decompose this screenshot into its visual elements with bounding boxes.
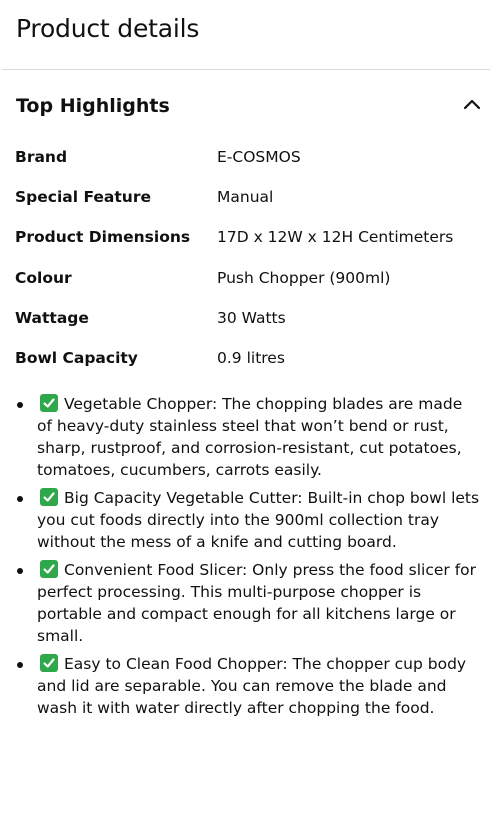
top-highlights-toggle[interactable]: Top Highlights [16,94,482,120]
highlight-text: Easy to Clean Food Chopper: The chopper … [37,655,467,717]
spec-row-colour: Colour Push Chopper (900ml) [15,267,485,307]
bullet-icon [17,496,23,502]
spec-value: Push Chopper (900ml) [217,268,391,287]
highlight-text: Vegetable Chopper: The chopping blades a… [37,395,463,479]
spec-table: Brand E-COSMOS Special Feature Manual Pr… [15,146,485,387]
check-mark-icon [40,488,58,506]
list-item: Big Capacity Vegetable Cutter: Built-in … [0,487,492,553]
spec-key: Colour [15,268,72,287]
chevron-up-icon[interactable] [462,96,482,110]
highlights-list: Vegetable Chopper: The chopping blades a… [0,393,492,725]
highlight-text: Convenient Food Slicer: Only press the f… [37,561,477,645]
spec-row-brand: Brand E-COSMOS [15,146,485,186]
spec-row-product-dimensions: Product Dimensions 17D x 12W x 12H Centi… [15,226,485,266]
spec-row-bowl-capacity: Bowl Capacity 0.9 litres [15,347,485,387]
spec-value: 17D x 12W x 12H Centimeters [217,228,454,247]
spec-row-wattage: Wattage 30 Watts [15,307,485,347]
bullet-icon [17,662,23,668]
list-item: Easy to Clean Food Chopper: The chopper … [0,653,492,719]
spec-value: Manual [217,188,274,207]
bullet-icon [17,402,23,408]
spec-key: Special Feature [15,188,151,207]
check-mark-icon [40,560,58,578]
section-title: Top Highlights [16,95,170,117]
bullet-icon [17,568,23,574]
page-title: Product details [16,14,200,43]
highlight-text: Big Capacity Vegetable Cutter: Built-in … [37,489,480,551]
check-mark-icon [40,654,58,672]
divider [2,69,490,70]
list-item: Convenient Food Slicer: Only press the f… [0,559,492,647]
spec-value: 0.9 litres [217,348,285,367]
spec-key: Brand [15,148,68,166]
spec-key: Bowl Capacity [15,348,138,367]
spec-key: Product Dimensions [15,228,191,247]
spec-value: 30 Watts [217,308,286,327]
spec-row-special-feature: Special Feature Manual [15,186,485,226]
list-item: Vegetable Chopper: The chopping blades a… [0,393,492,481]
spec-value: E-COSMOS [217,148,301,166]
spec-key: Wattage [15,308,89,327]
check-mark-icon [40,394,58,412]
